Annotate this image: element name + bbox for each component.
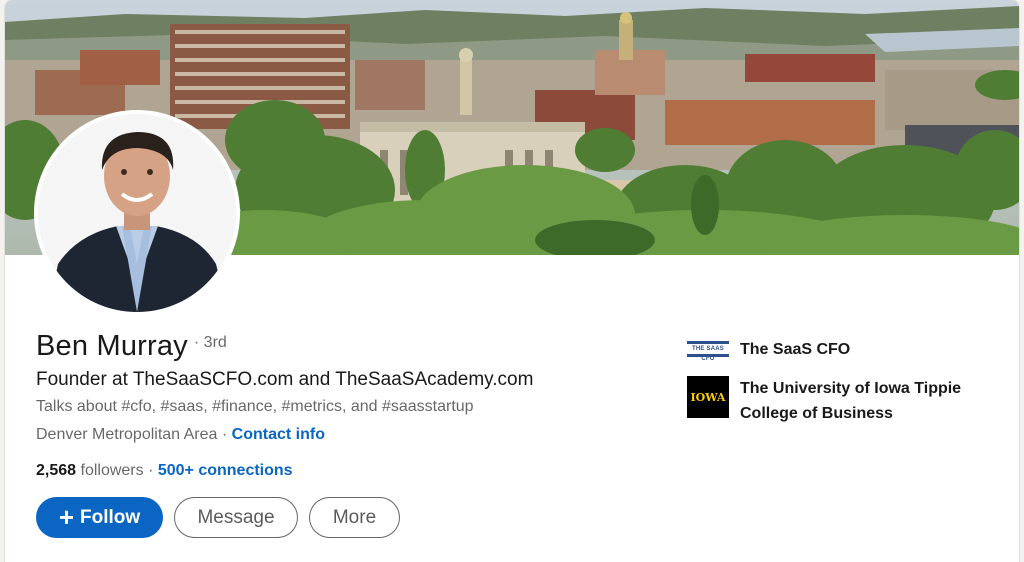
- profile-headline: Founder at TheSaaSCFO.com and TheSaaSAca…: [36, 369, 534, 390]
- org-name: The SaaS CFO: [740, 341, 851, 358]
- name-row: Ben Murray · 3rd: [36, 330, 227, 363]
- network-separator: ·: [143, 462, 158, 479]
- org-item-iowa[interactable]: IOWA The University of Iowa Tippie Colle…: [687, 376, 1007, 426]
- iowa-logo-icon: IOWA: [687, 376, 729, 418]
- location: Denver Metropolitan Area: [36, 426, 218, 443]
- message-label: Message: [197, 506, 275, 528]
- organizations-list: THE SAAS CFO The SaaS CFO IOWA The Unive…: [687, 337, 1007, 440]
- profile-card: Ben Murray · 3rd Founder at TheSaaSCFO.c…: [5, 0, 1019, 562]
- location-row: Denver Metropolitan Area · Contact info: [36, 426, 325, 444]
- follow-label: Follow: [80, 506, 141, 528]
- org-name: The University of Iowa Tippie College of…: [740, 380, 962, 422]
- saas-cfo-logo-icon: THE SAAS CFO: [687, 337, 729, 362]
- follow-button[interactable]: + Follow: [36, 497, 163, 538]
- more-button[interactable]: More: [309, 497, 400, 538]
- followers-count: 2,568: [36, 462, 77, 479]
- connections-link[interactable]: 500+ connections: [158, 462, 293, 479]
- location-separator: ·: [217, 426, 232, 443]
- talks-about: Talks about #cfo, #saas, #finance, #metr…: [36, 398, 474, 415]
- more-label: More: [332, 506, 377, 528]
- contact-info-link[interactable]: Contact info: [232, 426, 325, 443]
- plus-icon: +: [58, 501, 75, 532]
- message-button[interactable]: Message: [174, 497, 298, 538]
- followers-label: followers: [76, 462, 144, 479]
- network-row: 2,568 followers · 500+ connections: [36, 462, 293, 480]
- org-item-saas-cfo[interactable]: THE SAAS CFO The SaaS CFO: [687, 337, 1007, 362]
- profile-name: Ben Murray: [36, 330, 188, 362]
- profile-actions: + Follow Message More: [36, 497, 400, 538]
- connection-degree: · 3rd: [193, 334, 227, 351]
- profile-avatar[interactable]: [34, 110, 240, 316]
